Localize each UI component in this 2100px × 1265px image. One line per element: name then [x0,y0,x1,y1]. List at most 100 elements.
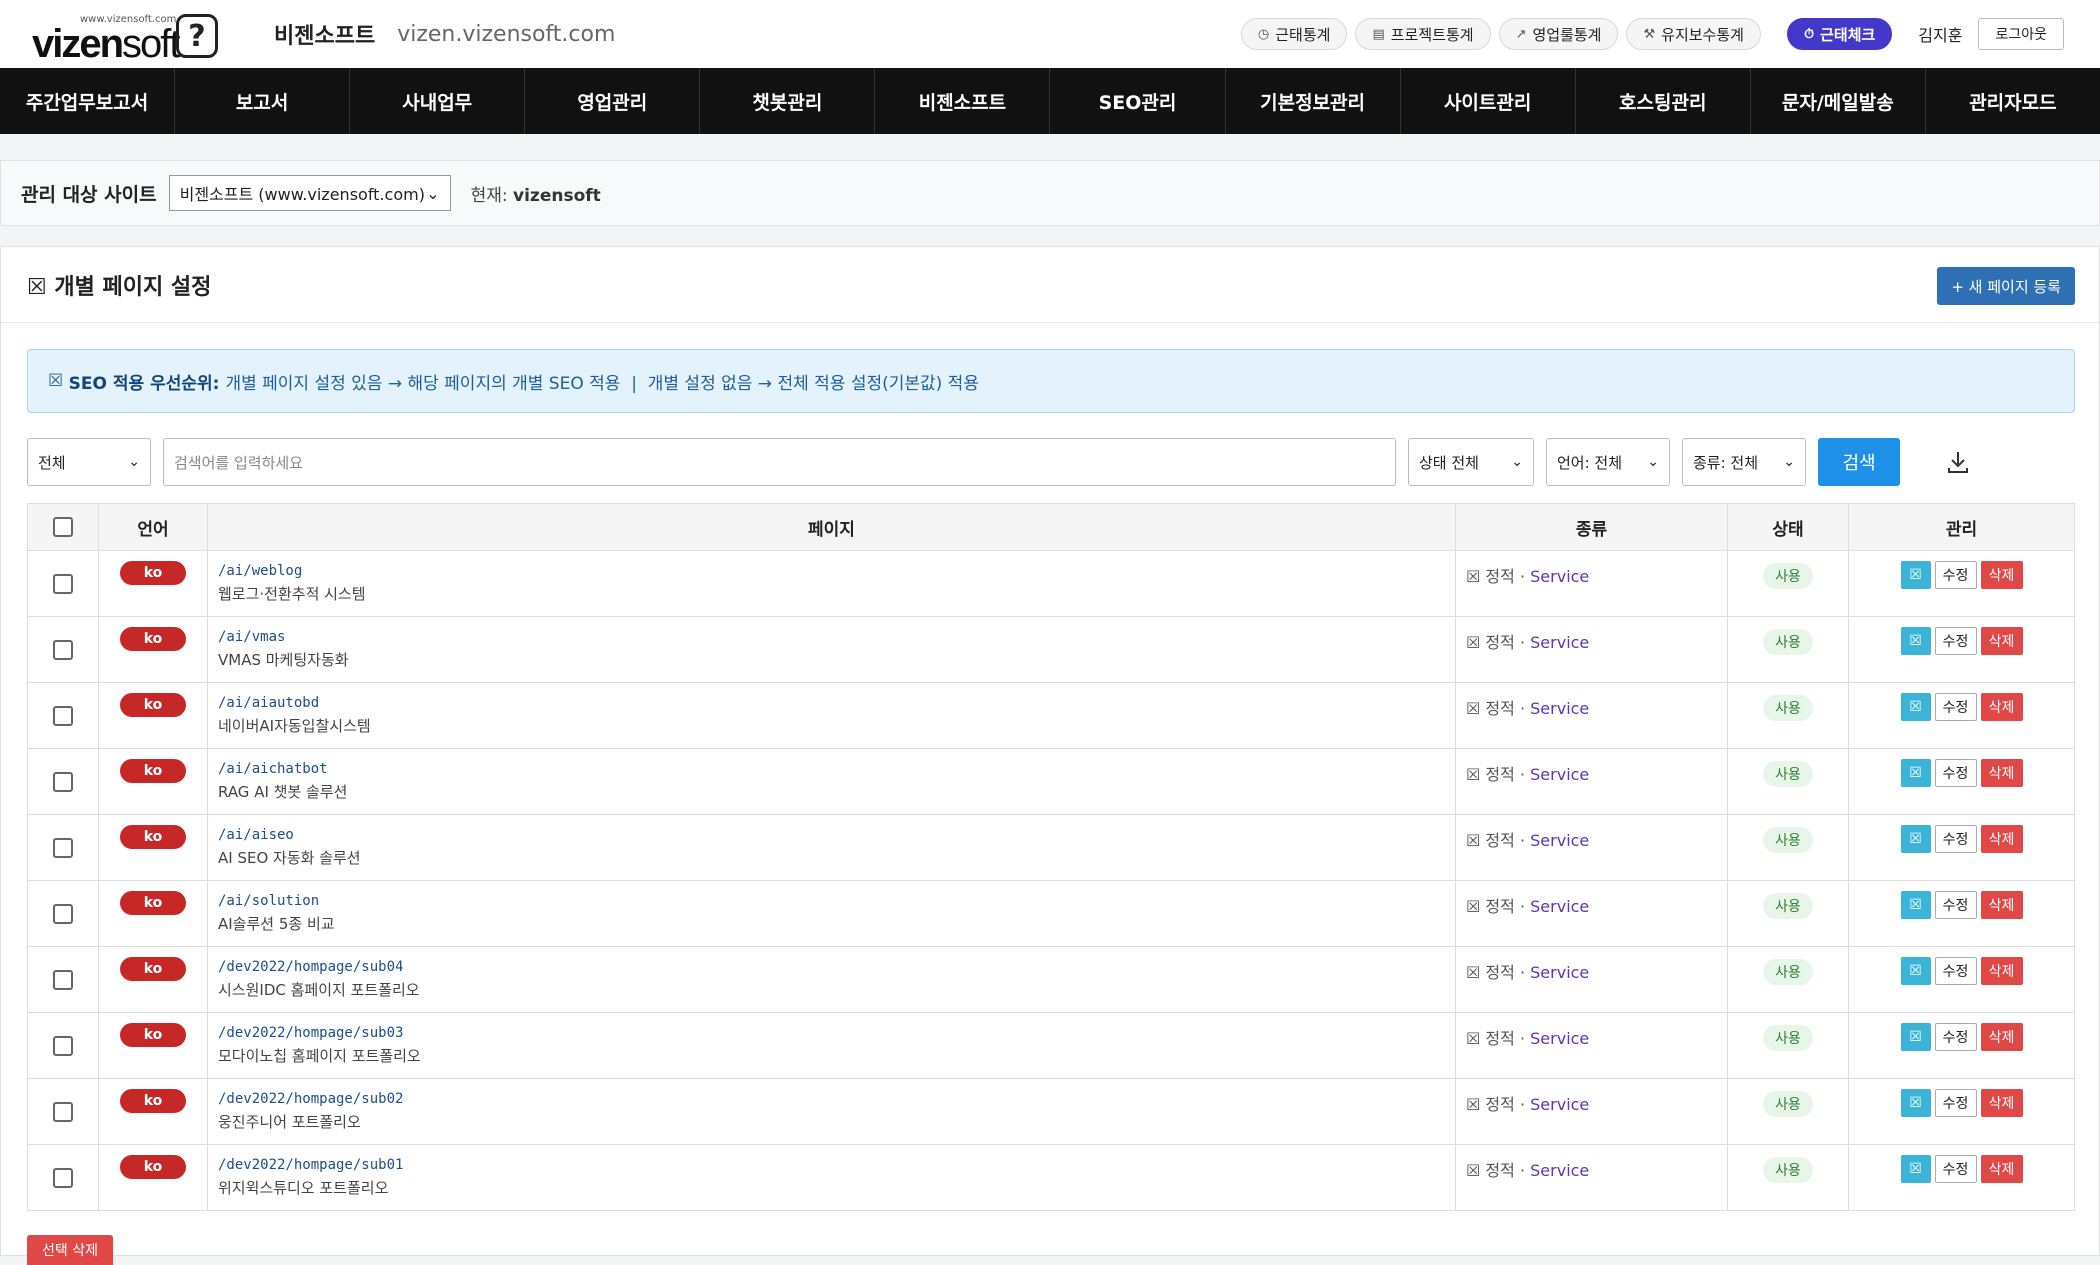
page-path-link[interactable]: /ai/vmas [218,629,1445,645]
delete-button[interactable]: 삭제 [1980,891,2023,919]
delete-button[interactable]: 삭제 [1980,759,2023,787]
edit-button[interactable]: 수정 [1934,1155,1977,1183]
nav-basic-info[interactable]: 기본정보관리 [1226,68,1401,134]
nav-weekly-report[interactable]: 주간업무보고서 [0,68,176,134]
row-checkbox[interactable] [53,573,73,594]
sales-stats-button[interactable]: ↗ 영업룰통계 [1498,18,1619,50]
row-language-cell: ko [99,1013,208,1078]
view-button[interactable]: ☒ [1900,1023,1931,1051]
table-row: ko /dev2022/hompage/sub03 모다이노칩 홈페이지 포트폴… [27,1013,2075,1079]
nav-seo[interactable]: SEO관리 [1050,68,1226,134]
company-logo[interactable]: www.vizensoft.com vizensoft ? [32,4,222,66]
edit-button[interactable]: 수정 [1934,891,1977,919]
status-select[interactable]: 상태 전체 ⌄ [1408,438,1534,486]
language-badge: ko [120,1155,186,1179]
row-kind-cell: ☒ 정적 · Service [1456,683,1728,748]
logout-button[interactable]: 로그아웃 [1978,18,2064,50]
nav-reports[interactable]: 보고서 [175,68,351,134]
new-page-button[interactable]: + 새 페이지 등록 [1937,267,2075,305]
nav-vizensoft[interactable]: 비젠소프트 [875,68,1051,134]
kind-select[interactable]: 종류: 전체 ⌄ [1682,438,1806,486]
row-status-cell: 사용 [1728,1079,1849,1144]
search-button[interactable]: 검색 [1818,438,1900,486]
nav-site[interactable]: 사이트관리 [1401,68,1576,134]
row-checkbox[interactable] [53,1101,73,1122]
row-status-cell: 사용 [1728,749,1849,814]
row-page-cell: /ai/vmas VMAS 마케팅자동화 [208,617,1456,682]
row-page-cell: /ai/aiautobd 네이버AI자동입찰시스템 [208,683,1456,748]
maintenance-stats-button[interactable]: ⚒ 유지보수통계 [1626,18,1761,50]
project-stats-button[interactable]: ▤ 프로젝트통계 [1355,18,1491,50]
row-checkbox[interactable] [53,771,73,792]
row-checkbox[interactable] [53,639,73,660]
download-icon[interactable] [1938,442,1978,482]
delete-button[interactable]: 삭제 [1980,1089,2023,1117]
language-badge: ko [120,891,186,915]
delete-button[interactable]: 삭제 [1980,1023,2023,1051]
nav-chatbot[interactable]: 챗봇관리 [700,68,876,134]
page-path-link[interactable]: /dev2022/hompage/sub03 [218,1025,1445,1041]
nav-hosting[interactable]: 호스팅관리 [1576,68,1751,134]
row-checkbox[interactable] [53,705,73,726]
nav-messaging[interactable]: 문자/메일발송 [1751,68,1926,134]
edit-button[interactable]: 수정 [1934,825,1977,853]
delete-button[interactable]: 삭제 [1980,957,2023,985]
edit-button[interactable]: 수정 [1934,627,1977,655]
page-path-link[interactable]: /dev2022/hompage/sub02 [218,1091,1445,1107]
row-kind-cell: ☒ 정적 · Service [1456,1013,1728,1078]
edit-button[interactable]: 수정 [1934,693,1977,721]
page-path-link[interactable]: /ai/aichatbot [218,761,1445,777]
nav-admin-mode[interactable]: 관리자모드 [1926,68,2100,134]
row-manage-cell: ☒ 수정 삭제 [1849,815,2074,880]
table-row: ko /dev2022/hompage/sub04 시스원IDC 홈페이지 포트… [27,947,2075,1013]
delete-button[interactable]: 삭제 [1980,627,2023,655]
page-kind: ☒ 정적 · Service [1466,831,1590,850]
row-checkbox[interactable] [53,903,73,924]
page-name: 위지윅스튜디오 포트폴리오 [218,1179,389,1197]
delete-button[interactable]: 삭제 [1980,1155,2023,1183]
attendance-stats-button[interactable]: ◷ 근태통계 [1240,18,1348,50]
delete-button[interactable]: 삭제 [1980,561,2023,589]
clipboard-icon: ▤ [1372,26,1385,42]
view-button[interactable]: ☒ [1900,1155,1931,1183]
view-button[interactable]: ☒ [1900,627,1931,655]
page-path-link[interactable]: /ai/aiautobd [218,695,1445,711]
view-button[interactable]: ☒ [1900,957,1931,985]
page-path-link[interactable]: /ai/aiseo [218,827,1445,843]
edit-button[interactable]: 수정 [1934,759,1977,787]
nav-sales[interactable]: 영업관리 [525,68,701,134]
delete-button[interactable]: 삭제 [1980,825,2023,853]
row-checkbox[interactable] [53,1167,73,1188]
row-checkbox[interactable] [53,1035,73,1056]
page-path-link[interactable]: /dev2022/hompage/sub01 [218,1157,1445,1173]
edit-button[interactable]: 수정 [1934,1023,1977,1051]
delete-button[interactable]: 삭제 [1980,693,2023,721]
scope-select[interactable]: 전체 ⌄ [27,438,151,486]
page-path-link[interactable]: /dev2022/hompage/sub04 [218,959,1445,975]
clock-icon: ◷ [1257,26,1270,42]
view-button[interactable]: ☒ [1900,825,1931,853]
panel-header: ☒ 개별 페이지 설정 + 새 페이지 등록 [1,247,2099,323]
edit-button[interactable]: 수정 [1934,1089,1977,1117]
page-path-link[interactable]: /ai/weblog [218,563,1445,579]
row-status-cell: 사용 [1728,881,1849,946]
nav-internal-work[interactable]: 사내업무 [350,68,526,134]
site-select[interactable]: 비젠소프트 (www.vizensoft.com) ⌄ [168,175,451,211]
view-button[interactable]: ☒ [1900,759,1931,787]
language-select[interactable]: 언어: 전체 ⌄ [1546,438,1670,486]
select-all-checkbox[interactable] [53,517,73,537]
pages-table: 언어 페이지 종류 상태 관리 ko /ai/weblog 웹로그·전환추적 시… [27,503,2075,1211]
view-button[interactable]: ☒ [1900,1089,1931,1117]
page-path-link[interactable]: /ai/solution [218,893,1445,909]
bulk-delete-button[interactable]: 선택 삭제 [27,1235,113,1265]
attendance-check-button[interactable]: ⏱ 근태체크 [1786,18,1893,50]
edit-button[interactable]: 수정 [1934,561,1977,589]
row-checkbox[interactable] [53,969,73,990]
view-button[interactable]: ☒ [1900,693,1931,721]
top-header: www.vizensoft.com vizensoft ? 비젠소프트 vize… [0,0,2100,68]
search-input[interactable]: 검색어를 입력하세요 [163,438,1396,486]
row-checkbox[interactable] [53,837,73,858]
view-button[interactable]: ☒ [1900,891,1931,919]
view-button[interactable]: ☒ [1900,561,1931,589]
edit-button[interactable]: 수정 [1934,957,1977,985]
